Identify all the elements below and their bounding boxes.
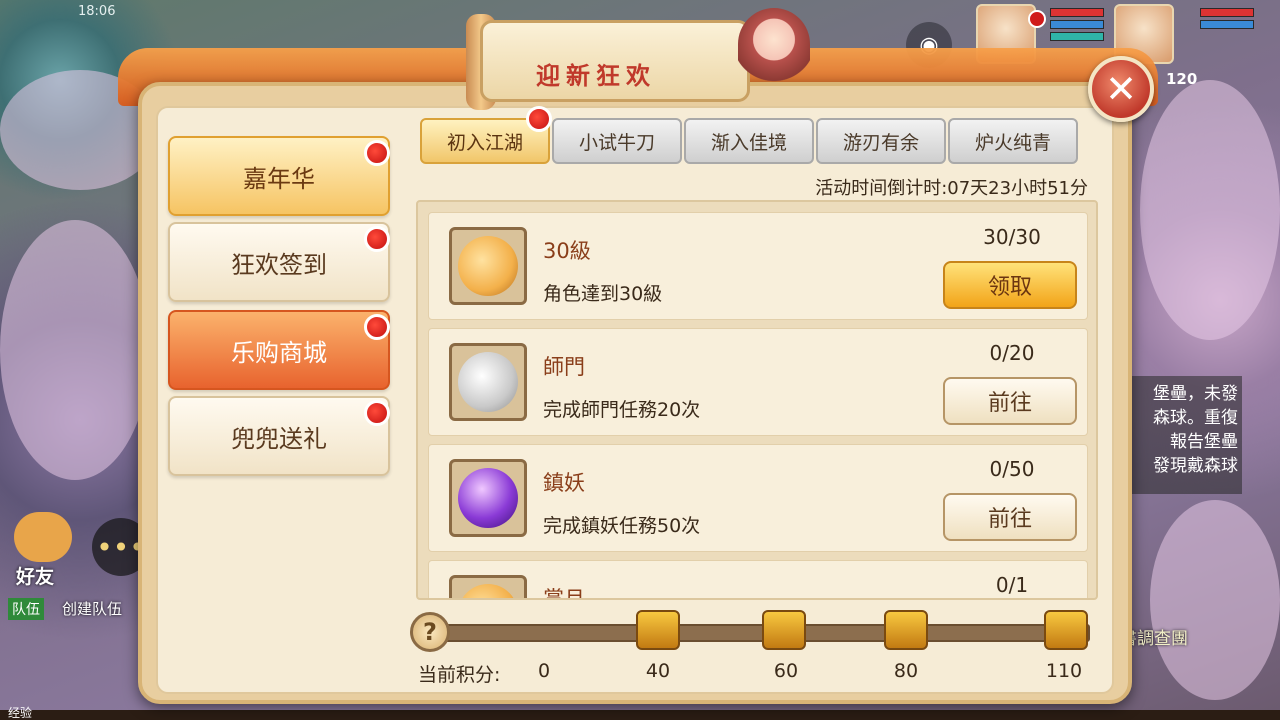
task-row: 鎮妖 完成鎮妖任務50次 0/50 前往 <box>428 444 1088 552</box>
create-team-link[interactable]: 创建队伍 <box>62 598 122 619</box>
tab-label: 初入江湖 <box>446 131 523 154</box>
task-row: 賞月 0/1 <box>428 560 1088 600</box>
task-desc: 角色達到30級 <box>543 283 663 305</box>
nav-gift[interactable]: 兜兜送礼 <box>168 396 390 476</box>
task-list[interactable]: 30級 角色達到30級 30/30 领取 師門 完成師門任務20次 0/20 前… <box>416 200 1098 600</box>
friends-icon[interactable] <box>14 512 72 562</box>
nav-checkin[interactable]: 狂欢签到 <box>168 222 390 302</box>
exp-label: 经验 <box>8 706 33 720</box>
status-time: 18:06 <box>78 4 116 19</box>
red-dot-icon <box>364 314 390 340</box>
close-icon: ✕ <box>1105 67 1137 111</box>
task-progress: 30/30 <box>983 225 1041 249</box>
milestone-value: 40 <box>645 660 671 682</box>
red-dot-icon <box>364 140 390 166</box>
score-current: 0 <box>537 660 551 682</box>
tab-label: 小试牛刀 <box>578 131 655 154</box>
task-title: 30級 <box>543 239 591 263</box>
notice-line: 森球。重復 <box>1153 408 1238 428</box>
blossom-decoration <box>1140 80 1280 340</box>
goto-button[interactable]: 前往 <box>943 493 1077 541</box>
task-title: 賞月 <box>543 587 585 600</box>
milestone-value: 80 <box>893 660 919 682</box>
nav-label: 乐购商城 <box>231 338 327 367</box>
claim-button[interactable]: 领取 <box>943 261 1077 309</box>
tab-master[interactable]: 炉火纯青 <box>948 118 1078 164</box>
player-status-bars <box>1200 8 1254 32</box>
help-icon[interactable]: ? <box>410 612 450 652</box>
mascot-image <box>738 8 810 98</box>
task-progress: 0/1 <box>995 573 1029 597</box>
side-notice: 堡壘，未發 森球。重復 報告堡壘 發現戴森球 <box>1128 376 1242 494</box>
silver-bag-icon <box>449 343 527 421</box>
panel-title: 迎新狂欢 <box>536 61 656 90</box>
chest-icon[interactable] <box>884 610 928 650</box>
nav-label: 兜兜送礼 <box>231 424 327 453</box>
blossom-decoration <box>1150 500 1280 700</box>
task-title: 鎮妖 <box>543 471 585 495</box>
milestone-value: 110 <box>1045 660 1083 682</box>
nav-label: 狂欢签到 <box>231 250 327 279</box>
red-dot-icon <box>364 400 390 426</box>
nav-shop[interactable]: 乐购商城 <box>168 310 390 390</box>
task-row: 師門 完成師門任務20次 0/20 前往 <box>428 328 1088 436</box>
notification-dot <box>1028 10 1046 28</box>
nav-label: 嘉年华 <box>243 164 315 193</box>
notice-line: 發現戴森球 <box>1153 456 1238 476</box>
notice-line: 報告堡壘 <box>1170 432 1238 452</box>
milestone-value: 60 <box>773 660 799 682</box>
red-dot-icon <box>526 106 552 132</box>
chest-icon[interactable] <box>636 610 680 650</box>
notice-line: 堡壘，未發 <box>1153 384 1238 404</box>
event-countdown: 活动时间倒计时:07天23小时51分 <box>815 178 1088 199</box>
team-tag: 队伍 <box>8 598 44 620</box>
tab-label: 渐入佳境 <box>710 131 787 154</box>
task-desc: 完成師門任務20次 <box>543 399 701 421</box>
task-progress: 0/50 <box>989 457 1035 481</box>
tab-advancing[interactable]: 渐入佳境 <box>684 118 814 164</box>
close-button[interactable]: ✕ <box>1088 56 1154 122</box>
button-label: 前往 <box>987 391 1032 416</box>
tab-label: 炉火纯青 <box>974 131 1051 154</box>
task-progress: 0/20 <box>989 341 1035 365</box>
task-row: 30級 角色達到30級 30/30 领取 <box>428 212 1088 320</box>
chest-icon[interactable] <box>762 610 806 650</box>
score-label: 当前积分: <box>418 664 501 686</box>
goto-button[interactable]: 前往 <box>943 377 1077 425</box>
button-label: 领取 <box>987 275 1032 300</box>
blossom-decoration <box>0 220 150 480</box>
red-dot-icon <box>364 226 390 252</box>
gift-bag-icon <box>449 227 527 305</box>
pet-status-bars <box>1050 8 1104 44</box>
tab-label: 游刃有余 <box>842 131 919 154</box>
task-title: 師門 <box>543 355 585 379</box>
chest-icon[interactable] <box>1044 610 1088 650</box>
gift-bag-icon <box>449 575 527 598</box>
task-desc: 完成鎮妖任務50次 <box>543 515 701 537</box>
friends-label[interactable]: 好友 <box>16 562 54 589</box>
exp-orb-icon <box>449 459 527 537</box>
nav-carnival[interactable]: 嘉年华 <box>168 136 390 216</box>
tab-novice[interactable]: 小试牛刀 <box>552 118 682 164</box>
button-label: 前往 <box>987 507 1032 532</box>
exp-bar: 经验 <box>0 706 1280 720</box>
tab-skilled[interactable]: 游刃有余 <box>816 118 946 164</box>
player-level: 120 <box>1166 70 1198 88</box>
